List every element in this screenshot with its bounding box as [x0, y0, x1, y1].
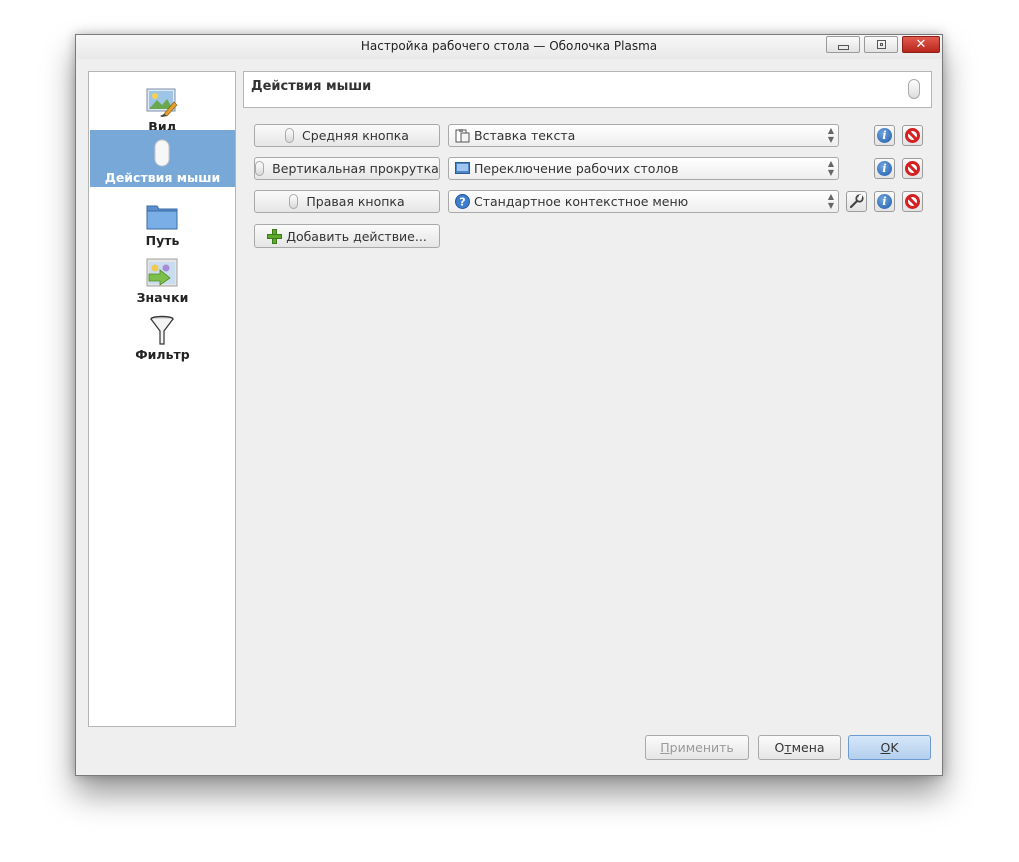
action-combo-right[interactable]: ? Стандартное контекстное меню ▲ ▼ [448, 190, 839, 213]
sidebar-item-label: Путь [145, 233, 180, 248]
ok-label: OK [880, 740, 899, 755]
title-bar[interactable]: Настройка рабочего стола — Оболочка Plas… [76, 35, 942, 59]
apply-label: Применить [660, 740, 734, 755]
action-combo-vertical-scroll[interactable]: Переключение рабочих столов ▲ ▼ [448, 157, 839, 180]
info-icon: i [877, 161, 892, 176]
maximize-icon [876, 40, 886, 49]
add-action-label: Добавить действие... [286, 228, 427, 244]
remove-action-button[interactable] [902, 125, 923, 146]
combo-arrows-icon: ▲ ▼ [827, 192, 834, 210]
maximize-button[interactable] [864, 36, 898, 53]
minimize-button[interactable] [826, 36, 860, 53]
combo-arrows-icon: ▲ ▼ [827, 159, 834, 177]
about-action-button[interactable]: i [874, 191, 895, 212]
icons-icon [146, 258, 178, 287]
remove-icon [905, 128, 920, 143]
sidebar-item-icons[interactable]: Значки [90, 250, 235, 307]
page-header: Действия мыши [243, 71, 932, 108]
trigger-label: Правая кнопка [306, 194, 405, 209]
appearance-icon [146, 88, 178, 117]
about-action-button[interactable]: i [874, 125, 895, 146]
info-icon: i [877, 194, 892, 209]
close-icon: ✕ [915, 37, 927, 52]
folder-icon [146, 205, 178, 230]
sidebar-item-label: Действия мыши [104, 170, 221, 185]
mouse-icon [285, 128, 295, 143]
info-icon: i [877, 128, 892, 143]
close-button[interactable]: ✕ [902, 36, 940, 53]
window-title: Настройка рабочего стола — Оболочка Plas… [360, 39, 658, 53]
ok-button[interactable]: OK [848, 735, 931, 760]
minimize-icon [837, 45, 849, 50]
mouse-icon [154, 139, 170, 167]
sidebar-item-label: Значки [136, 290, 189, 305]
sidebar-item-mouse-actions[interactable]: Действия мыши [90, 130, 235, 187]
page-title: Действия мыши [251, 79, 372, 94]
remove-icon [905, 194, 920, 209]
remove-action-button[interactable] [902, 158, 923, 179]
sidebar-item-label: Фильтр [135, 347, 190, 362]
filter-icon [150, 315, 174, 345]
action-label: Стандартное контекстное меню [474, 194, 689, 209]
trigger-label: Вертикальная прокрутка [272, 161, 439, 176]
question-icon: ? [455, 194, 470, 209]
apply-button[interactable]: Применить [645, 735, 749, 760]
action-combo-middle[interactable]: Вставка текста ▲ ▼ [448, 124, 839, 147]
about-action-button[interactable]: i [874, 158, 895, 179]
trigger-label: Средняя кнопка [302, 128, 409, 143]
settings-window: Настройка рабочего стола — Оболочка Plas… [75, 34, 943, 776]
plus-icon [267, 228, 283, 244]
mouse-icon [908, 79, 920, 99]
action-label: Вставка текста [474, 128, 576, 143]
svg-text:?: ? [459, 196, 465, 209]
category-sidebar: Вид Действия мыши Путь Значки Фильтр [88, 71, 236, 727]
configure-action-button[interactable] [846, 191, 867, 212]
paste-icon [455, 129, 470, 143]
sidebar-item-filter[interactable]: Фильтр [90, 307, 235, 364]
trigger-button-vertical-scroll[interactable]: Вертикальная прокрутка [254, 157, 440, 180]
trigger-button-middle[interactable]: Средняя кнопка [254, 124, 440, 147]
remove-action-button[interactable] [902, 191, 923, 212]
cancel-label: Отмена [774, 740, 825, 755]
sidebar-item-view[interactable]: Вид [90, 79, 235, 136]
sidebar-item-path[interactable]: Путь [90, 193, 235, 250]
add-action-button[interactable]: Добавить действие... [254, 224, 440, 248]
desktop-icon [455, 162, 470, 174]
combo-arrows-icon: ▲ ▼ [827, 126, 834, 144]
cancel-button[interactable]: Отмена [758, 735, 841, 760]
trigger-button-right[interactable]: Правая кнопка [254, 190, 440, 213]
remove-icon [905, 161, 920, 176]
wrench-icon [849, 194, 864, 209]
mouse-icon [255, 161, 265, 176]
action-label: Переключение рабочих столов [474, 161, 679, 176]
mouse-icon [289, 194, 299, 209]
